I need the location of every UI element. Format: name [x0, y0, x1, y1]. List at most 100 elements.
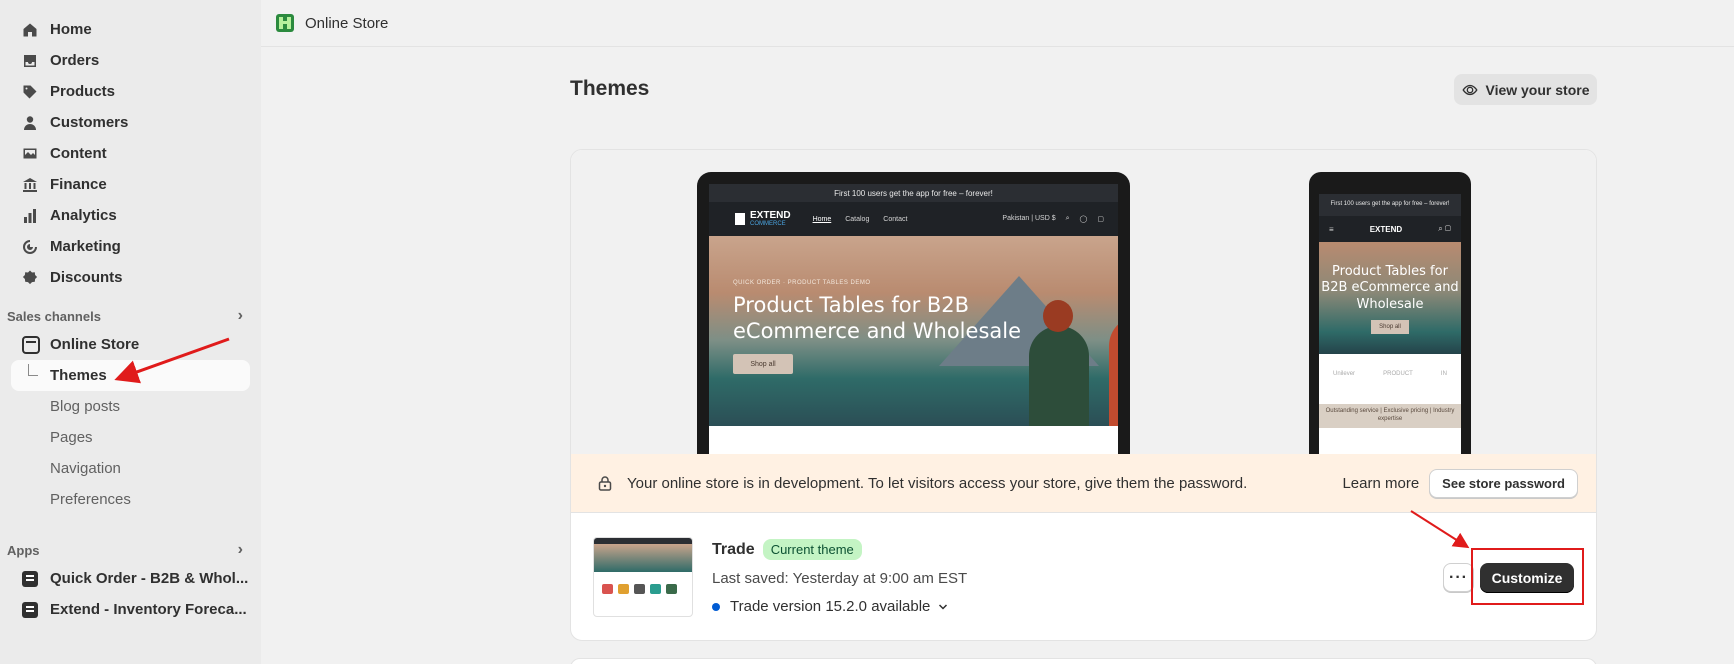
site-menu: Home Catalog Contact: [813, 216, 920, 223]
hero-figure-left: [1029, 300, 1089, 426]
view-store-button[interactable]: View your store: [1454, 74, 1597, 105]
mobile-announcement-bar: First 100 users get the app for free – f…: [1319, 194, 1461, 216]
more-actions-button[interactable]: ···: [1443, 563, 1474, 592]
hero-figure-right: [1109, 316, 1118, 426]
sidebar-item-preferences[interactable]: Preferences: [0, 484, 261, 515]
see-store-password-button[interactable]: See store password: [1429, 468, 1578, 498]
logo-product: PRODUCT: [1383, 371, 1413, 377]
version-text: Trade version 15.2.0 available: [730, 598, 931, 615]
sidebar-item-blog-posts[interactable]: Blog posts: [0, 391, 261, 422]
site-header-actions: Pakistan | USD $ ⌕ ◯ ▢: [1002, 215, 1104, 223]
chevron-right-icon: ›: [237, 307, 243, 324]
topbar-title: Online Store: [305, 14, 389, 32]
logo-in: IN: [1440, 371, 1447, 377]
search-icon: ⌕ ▢: [1438, 224, 1451, 233]
site-header: EXTEND COMMERCE Home Catalog Contact Paki…: [709, 202, 1118, 236]
locale-selector: Pakistan | USD $: [1002, 215, 1056, 222]
app-icon: [22, 570, 38, 587]
theme-thumbnail: [593, 537, 693, 617]
apps-header[interactable]: Apps ›: [0, 537, 261, 563]
current-theme-card: First 100 users get the app for free – f…: [570, 149, 1597, 641]
development-message: Your online store is in development. To …: [627, 474, 1248, 492]
app-extend-inventory-label: Extend - Inventory Foreca...: [50, 601, 247, 618]
sidebar-item-navigation[interactable]: Navigation: [0, 453, 261, 484]
view-store-label: View your store: [1485, 81, 1590, 98]
info-dot-icon: [712, 602, 720, 611]
theme-row: Trade Current theme Last saved: Yesterda…: [571, 512, 1596, 640]
thumb-hero: [594, 544, 692, 572]
page-title: Themes: [570, 77, 650, 100]
sidebar-item-pages[interactable]: Pages: [0, 422, 261, 453]
tree-connector: [28, 364, 38, 376]
nav-orders-label: Orders: [50, 52, 100, 69]
nav-analytics[interactable]: Analytics: [0, 200, 261, 231]
hero-kicker: QUICK ORDER · PRODUCT TABLES DEMO: [733, 280, 871, 286]
nav-home[interactable]: Home: [0, 14, 261, 45]
nav-analytics-label: Analytics: [50, 207, 117, 224]
thumb-product: [650, 584, 661, 594]
nav-discounts[interactable]: Discounts: [0, 262, 261, 293]
mobile-feature-band: Outstanding service | Exclusive pricing …: [1319, 404, 1461, 428]
app-quick-order[interactable]: Quick Order - B2B & Whol...: [0, 563, 261, 594]
desktop-screen: First 100 users get the app for free – f…: [709, 184, 1118, 462]
site-menu-catalog: Catalog: [845, 215, 870, 223]
logo-unilever: Unilever: [1333, 371, 1356, 377]
nav-marketing[interactable]: Marketing: [0, 231, 261, 262]
site-logo: EXTEND COMMERCE: [735, 211, 791, 227]
learn-more-link[interactable]: Learn more: [1342, 475, 1419, 492]
target-icon: [22, 239, 38, 255]
brand-name: EXTEND: [750, 210, 791, 221]
inbox-icon: [22, 53, 38, 69]
mobile-logo-strip: Unilever PRODUCT IN: [1319, 354, 1461, 394]
nav-online-store[interactable]: Online Store: [0, 329, 261, 360]
current-theme-badge: Current theme: [762, 539, 862, 560]
brand-sub: COMMERCE: [750, 221, 786, 227]
app-quick-order-label: Quick Order - B2B & Whol...: [50, 570, 249, 587]
customize-highlight-box: [1471, 548, 1584, 605]
mobile-hero-button: Shop all: [1371, 320, 1409, 334]
tag-icon: [22, 84, 38, 100]
mobile-preview: First 100 users get the app for free – f…: [1309, 172, 1471, 462]
bank-icon: [22, 177, 38, 193]
nav-customers[interactable]: Customers: [0, 107, 261, 138]
mobile-hero: Product Tables for B2B eCommerce and Who…: [1319, 242, 1461, 354]
account-icon: ◯: [1079, 216, 1088, 223]
nav-content-label: Content: [50, 145, 107, 162]
nav-products-label: Products: [50, 83, 116, 100]
sales-channels-header[interactable]: Sales channels ›: [0, 303, 261, 329]
hero-shop-button: Shop all: [733, 354, 793, 374]
hero-banner: QUICK ORDER · PRODUCT TABLES DEMO Produc…: [709, 236, 1118, 426]
thumb-product: [666, 584, 677, 594]
person-icon: [22, 115, 38, 131]
nav-finance-label: Finance: [50, 176, 107, 193]
discount-icon: [22, 270, 38, 286]
nav-online-store-label: Online Store: [50, 336, 140, 353]
mobile-hero-title: Product Tables for B2B eCommerce and Who…: [1321, 264, 1459, 312]
menu-icon: ≡: [1329, 224, 1334, 234]
search-icon: ⌕: [1065, 215, 1070, 222]
nav-finance[interactable]: Finance: [0, 169, 261, 200]
nav-products[interactable]: Products: [0, 76, 261, 107]
topbar: Online Store: [261, 0, 1734, 47]
version-available[interactable]: Trade version 15.2.0 available: [712, 598, 948, 615]
brand-mark-icon: [735, 213, 745, 225]
sidebar-item-themes[interactable]: Themes: [11, 360, 250, 391]
sidebar: Home Orders Products Customers Content F…: [0, 0, 261, 664]
nav-customers-label: Customers: [50, 114, 129, 131]
mobile-screen: First 100 users get the app for free – f…: [1319, 194, 1461, 462]
bar-chart-icon: [22, 208, 38, 224]
nav-content[interactable]: Content: [0, 138, 261, 169]
mobile-site-header: ≡ EXTEND ⌕ ▢: [1319, 216, 1461, 242]
theme-preview[interactable]: First 100 users get the app for free – f…: [571, 150, 1596, 462]
nav-orders[interactable]: Orders: [0, 45, 261, 76]
site-menu-home: Home: [812, 215, 832, 223]
store-icon: [22, 335, 40, 354]
thumb-product: [602, 584, 613, 594]
app-icon: [22, 601, 38, 618]
app-extend-inventory[interactable]: Extend - Inventory Foreca...: [0, 594, 261, 625]
thumb-products: [594, 572, 692, 594]
online-store-logo-icon: [276, 14, 294, 32]
theme-name: Trade: [712, 540, 755, 558]
chevron-down-icon: [939, 603, 948, 610]
hero-title: Product Tables for B2B eCommerce and Who…: [733, 293, 1022, 344]
